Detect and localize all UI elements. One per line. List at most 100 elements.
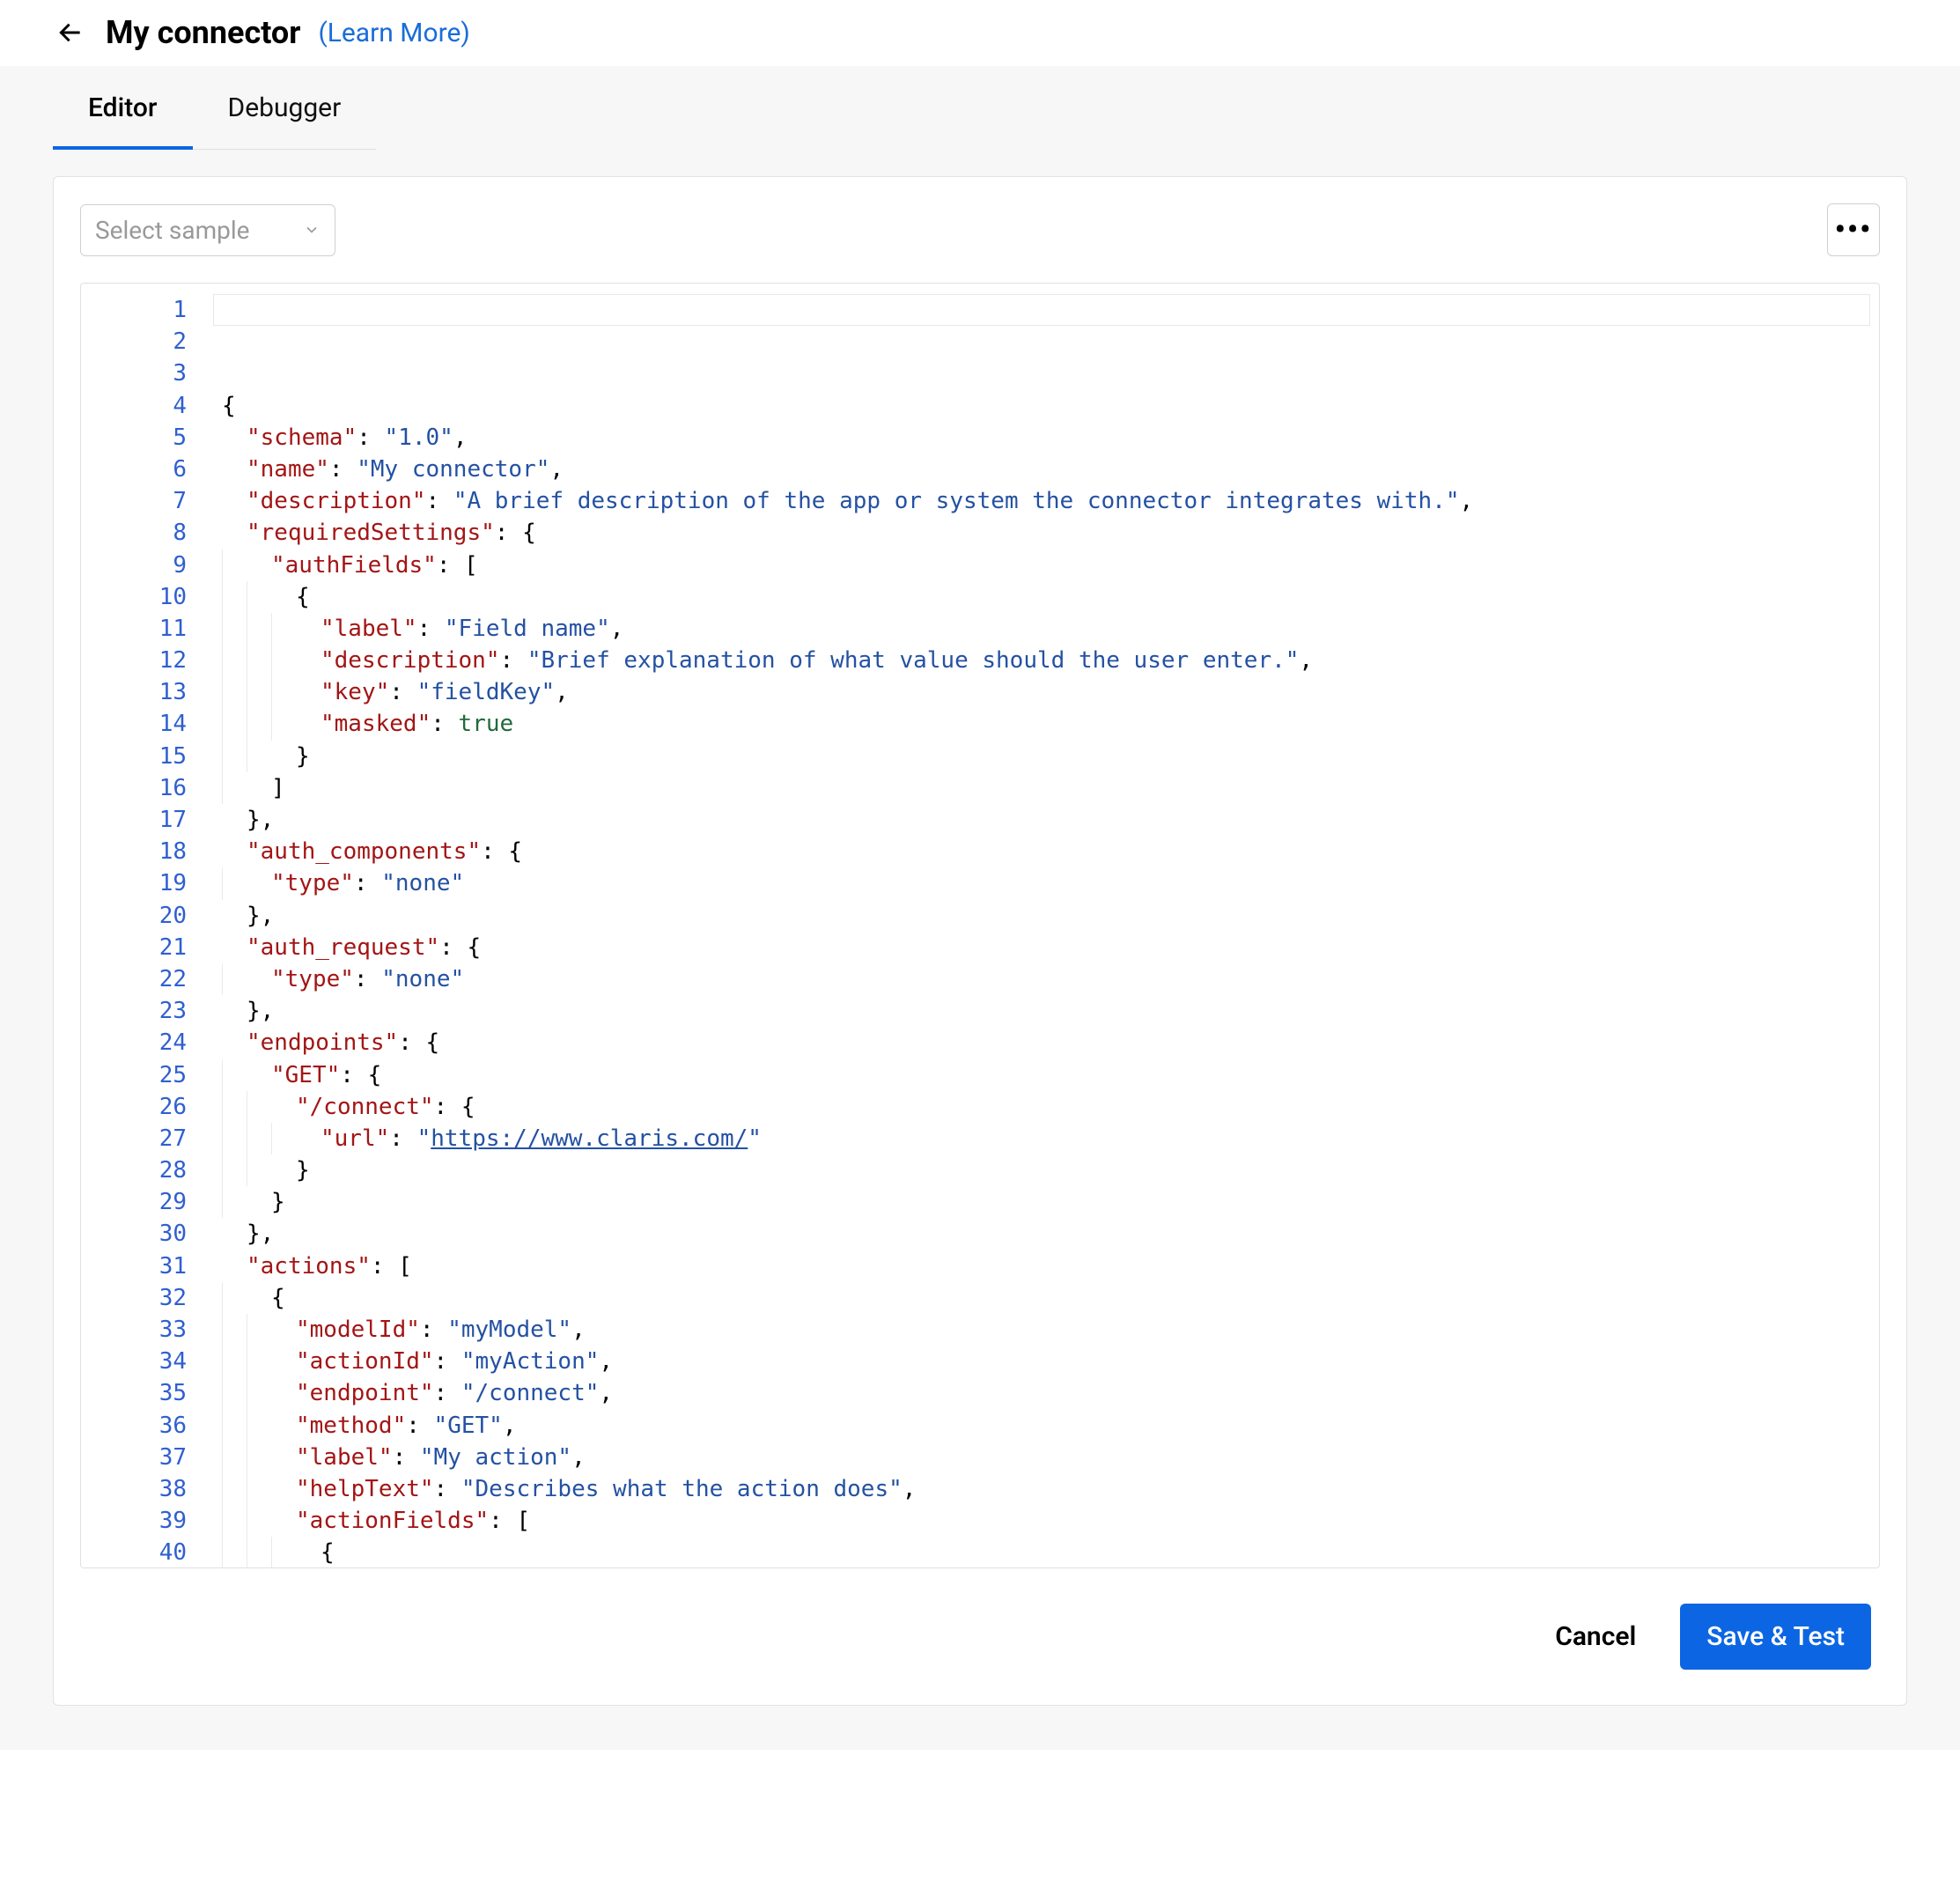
- line-number: 15: [90, 741, 187, 772]
- select-sample-dropdown[interactable]: Select sample: [80, 204, 335, 256]
- code-line[interactable]: "description": "A brief description of t…: [222, 485, 1870, 517]
- line-number: 8: [90, 517, 187, 549]
- line-number: 3: [90, 358, 187, 389]
- content-area: Select sample ••• 1234567891011121314151…: [0, 150, 1960, 1750]
- page-title: My connector: [106, 14, 300, 51]
- select-sample-placeholder: Select sample: [95, 216, 250, 245]
- code-line[interactable]: },: [222, 1218, 1870, 1250]
- code-line[interactable]: "description": "Brief explanation of wha…: [222, 645, 1870, 676]
- code-line[interactable]: },: [222, 900, 1870, 932]
- code-line[interactable]: {: [222, 390, 1870, 422]
- line-number: 26: [90, 1091, 187, 1123]
- line-number: 30: [90, 1218, 187, 1250]
- code-line[interactable]: "endpoints": {: [222, 1027, 1870, 1059]
- code-line[interactable]: "auth_request": {: [222, 932, 1870, 963]
- line-number: 22: [90, 963, 187, 995]
- line-number: 21: [90, 932, 187, 963]
- line-number: 35: [90, 1377, 187, 1409]
- line-number: 16: [90, 772, 187, 804]
- line-number: 36: [90, 1410, 187, 1442]
- line-number: 6: [90, 454, 187, 485]
- line-number: 29: [90, 1186, 187, 1218]
- code-line[interactable]: "actionId": "myAction",: [222, 1346, 1870, 1377]
- line-number: 32: [90, 1282, 187, 1314]
- line-number: 4: [90, 390, 187, 422]
- learn-more-link[interactable]: (Learn More): [318, 18, 469, 48]
- line-number: 27: [90, 1123, 187, 1154]
- tab-editor[interactable]: Editor: [53, 66, 193, 150]
- line-number: 13: [90, 676, 187, 708]
- line-gutter: 1234567891011121314151617181920212223242…: [81, 284, 213, 1568]
- line-number: 11: [90, 613, 187, 645]
- line-number: 1: [90, 294, 187, 326]
- chevron-down-icon: [303, 221, 321, 239]
- line-number: 7: [90, 485, 187, 517]
- line-number: 39: [90, 1505, 187, 1537]
- line-number: 14: [90, 708, 187, 740]
- more-dots-icon: •••: [1835, 212, 1873, 247]
- editor-card: Select sample ••• 1234567891011121314151…: [53, 176, 1907, 1706]
- code-line[interactable]: "key": "fieldKey",: [222, 676, 1870, 708]
- code-line[interactable]: "label": "My action",: [222, 1442, 1870, 1473]
- code-line[interactable]: "url": "https://www.claris.com/": [222, 1123, 1870, 1154]
- code-line[interactable]: "masked": true: [222, 708, 1870, 740]
- save-test-button[interactable]: Save & Test: [1680, 1604, 1871, 1670]
- active-line-highlight: [213, 294, 1870, 326]
- line-number: 37: [90, 1442, 187, 1473]
- line-number: 2: [90, 326, 187, 358]
- header-bar: My connector (Learn More): [0, 0, 1960, 66]
- line-number: 18: [90, 836, 187, 867]
- line-number: 20: [90, 900, 187, 932]
- arrow-left-icon: [56, 18, 85, 47]
- code-line[interactable]: "endpoint": "/connect",: [222, 1377, 1870, 1409]
- code-line[interactable]: "authFields": [: [222, 550, 1870, 581]
- code-line[interactable]: {: [222, 1537, 1870, 1568]
- line-number: 5: [90, 422, 187, 454]
- code-content[interactable]: {"schema": "1.0","name": "My connector",…: [213, 284, 1879, 1568]
- code-line[interactable]: ]: [222, 772, 1870, 804]
- tabs-container: Editor Debugger Select sample ••• 123456…: [0, 66, 1960, 1750]
- line-number: 23: [90, 995, 187, 1027]
- code-line[interactable]: "/connect": {: [222, 1091, 1870, 1123]
- line-number: 38: [90, 1473, 187, 1505]
- line-number: 10: [90, 581, 187, 613]
- code-line[interactable]: }: [222, 741, 1870, 772]
- code-line[interactable]: "GET": {: [222, 1059, 1870, 1091]
- cancel-button[interactable]: Cancel: [1546, 1607, 1645, 1666]
- code-line[interactable]: }: [222, 1154, 1870, 1186]
- code-line[interactable]: "actions": [: [222, 1250, 1870, 1282]
- code-line[interactable]: }: [222, 1186, 1870, 1218]
- code-line[interactable]: "type": "none": [222, 963, 1870, 995]
- line-number: 17: [90, 804, 187, 836]
- line-number: 12: [90, 645, 187, 676]
- line-number: 31: [90, 1250, 187, 1282]
- code-line[interactable]: "helpText": "Describes what the action d…: [222, 1473, 1870, 1505]
- code-line[interactable]: "schema": "1.0",: [222, 422, 1870, 454]
- line-number: 9: [90, 550, 187, 581]
- code-line[interactable]: "actionFields": [: [222, 1505, 1870, 1537]
- code-line[interactable]: "type": "none": [222, 867, 1870, 899]
- line-number: 33: [90, 1314, 187, 1346]
- line-number: 34: [90, 1346, 187, 1377]
- tab-debugger[interactable]: Debugger: [193, 66, 377, 150]
- line-number: 19: [90, 867, 187, 899]
- code-editor[interactable]: 1234567891011121314151617181920212223242…: [80, 283, 1880, 1568]
- card-footer: Cancel Save & Test: [80, 1568, 1880, 1678]
- code-line[interactable]: {: [222, 581, 1870, 613]
- more-actions-button[interactable]: •••: [1827, 203, 1880, 256]
- line-number: 40: [90, 1537, 187, 1568]
- code-line[interactable]: },: [222, 804, 1870, 836]
- code-line[interactable]: "requiredSettings": {: [222, 517, 1870, 549]
- back-arrow-button[interactable]: [53, 15, 88, 50]
- code-line[interactable]: "method": "GET",: [222, 1410, 1870, 1442]
- code-line[interactable]: "label": "Field name",: [222, 613, 1870, 645]
- code-line[interactable]: "auth_components": {: [222, 836, 1870, 867]
- line-number: 24: [90, 1027, 187, 1059]
- line-number: 25: [90, 1059, 187, 1091]
- editor-toolbar: Select sample •••: [80, 203, 1880, 256]
- line-number: 28: [90, 1154, 187, 1186]
- code-line[interactable]: {: [222, 1282, 1870, 1314]
- code-line[interactable]: "name": "My connector",: [222, 454, 1870, 485]
- code-line[interactable]: },: [222, 995, 1870, 1027]
- code-line[interactable]: "modelId": "myModel",: [222, 1314, 1870, 1346]
